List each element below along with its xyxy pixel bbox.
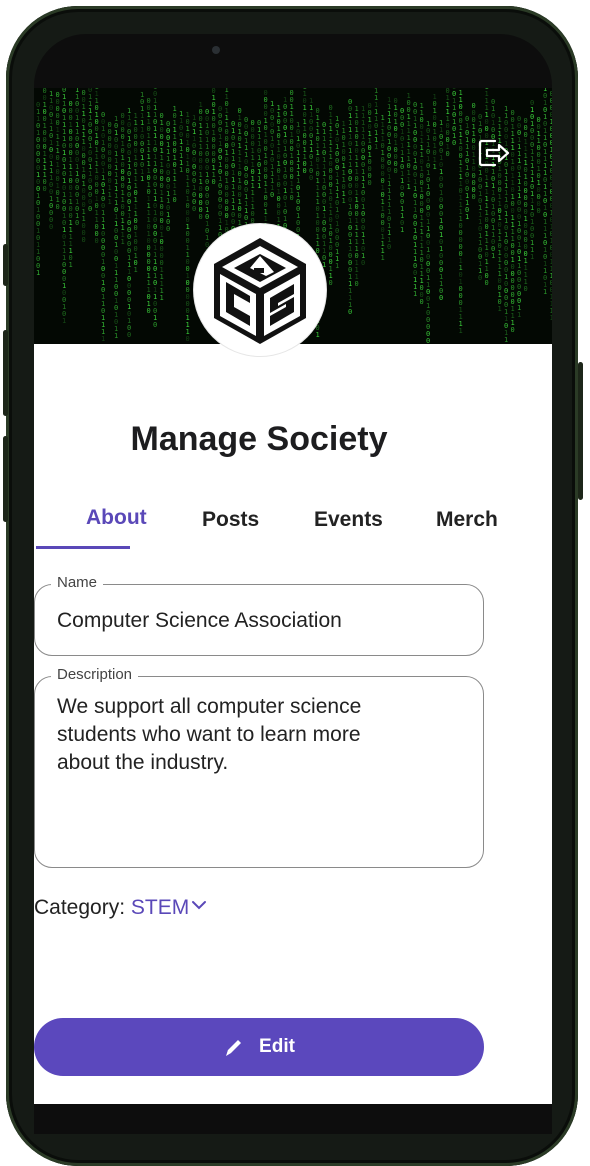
- svg-text:1: 1: [517, 311, 521, 319]
- svg-text:0: 0: [56, 203, 60, 211]
- svg-text:0: 0: [446, 150, 450, 158]
- svg-text:1: 1: [400, 226, 404, 234]
- description-line: students who want to learn more: [57, 723, 361, 746]
- svg-text:0: 0: [478, 274, 482, 282]
- svg-text:1: 1: [108, 198, 112, 206]
- svg-text:0: 0: [212, 178, 216, 186]
- edit-button[interactable]: Edit: [34, 1018, 484, 1076]
- svg-text:0: 0: [368, 179, 372, 187]
- svg-text:1: 1: [498, 305, 502, 313]
- description-field-label: Description: [51, 666, 139, 683]
- svg-text:1: 1: [381, 254, 385, 262]
- svg-text:1: 1: [342, 197, 346, 205]
- svg-text:0: 0: [192, 205, 196, 213]
- active-tab-indicator: [36, 546, 130, 549]
- svg-text:0: 0: [348, 308, 352, 316]
- svg-text:1: 1: [134, 266, 138, 274]
- svg-text:1: 1: [413, 290, 417, 298]
- category-row: Category: STEM: [34, 896, 207, 920]
- svg-text:0: 0: [199, 213, 203, 221]
- svg-text:0: 0: [472, 193, 476, 201]
- category-select[interactable]: STEM: [131, 896, 207, 919]
- svg-text:0: 0: [290, 194, 294, 202]
- svg-text:0: 0: [309, 174, 313, 182]
- category-value: STEM: [130, 896, 190, 919]
- svg-text:1: 1: [543, 288, 547, 296]
- svg-text:0: 0: [439, 294, 443, 302]
- society-avatar[interactable]: [194, 224, 326, 356]
- svg-text:0: 0: [82, 236, 86, 244]
- svg-text:1: 1: [407, 183, 411, 191]
- svg-text:0: 0: [537, 207, 541, 215]
- svg-text:0: 0: [186, 335, 190, 343]
- svg-text:0: 0: [329, 279, 333, 287]
- acs-logo: [214, 238, 306, 344]
- svg-text:0: 0: [452, 139, 456, 147]
- svg-text:1: 1: [335, 262, 339, 270]
- category-label: Category:: [34, 896, 126, 919]
- svg-text:1: 1: [459, 327, 463, 335]
- svg-text:0: 0: [173, 196, 177, 204]
- svg-text:0: 0: [147, 307, 151, 315]
- description-line: We support all computer science: [57, 695, 362, 718]
- svg-text:0: 0: [426, 337, 430, 344]
- side-button: [3, 330, 8, 416]
- svg-text:1: 1: [530, 253, 534, 261]
- svg-text:1: 1: [374, 143, 378, 151]
- description-field-value[interactable]: We support all computer science students…: [57, 693, 361, 777]
- camera: [212, 46, 220, 54]
- svg-text:1: 1: [101, 335, 105, 343]
- page-title: Manage Society: [130, 420, 388, 458]
- svg-text:1: 1: [160, 294, 164, 302]
- description-line: about the industry.: [57, 751, 229, 774]
- svg-text:0: 0: [420, 298, 424, 306]
- tab-posts[interactable]: Posts: [202, 508, 259, 532]
- svg-text:0: 0: [387, 243, 391, 251]
- svg-text:0: 0: [166, 225, 170, 233]
- svg-text:0: 0: [361, 259, 365, 267]
- svg-text:1: 1: [465, 213, 469, 221]
- svg-text:1: 1: [433, 163, 437, 171]
- pencil-icon: [226, 1040, 242, 1056]
- side-button: [578, 362, 583, 500]
- description-field[interactable]: Description We support all computer scie…: [34, 666, 484, 868]
- svg-text:0: 0: [355, 280, 359, 288]
- svg-text:0: 0: [303, 167, 307, 175]
- name-field-label: Name: [51, 574, 104, 591]
- name-field[interactable]: Name Computer Science Association: [34, 574, 484, 656]
- svg-text:1: 1: [114, 332, 118, 340]
- svg-text:1: 1: [62, 317, 66, 325]
- svg-text:0: 0: [394, 167, 398, 175]
- tab-bar: About Posts Events Merch: [0, 498, 518, 550]
- svg-text:1: 1: [140, 175, 144, 183]
- svg-text:1: 1: [36, 269, 40, 277]
- svg-text:0: 0: [524, 285, 528, 293]
- tab-about[interactable]: About: [86, 506, 147, 530]
- svg-text:0: 0: [127, 331, 131, 339]
- svg-text:1: 1: [257, 182, 261, 190]
- svg-text:1: 1: [504, 336, 508, 344]
- edit-button-label: Edit: [259, 1036, 295, 1057]
- svg-text:1: 1: [69, 261, 73, 269]
- svg-text:0: 0: [75, 219, 79, 227]
- side-button: [3, 244, 8, 286]
- svg-text:0: 0: [49, 223, 53, 231]
- name-field-value[interactable]: Computer Science Association: [57, 607, 342, 635]
- svg-text:0: 0: [153, 321, 157, 329]
- logout-icon: [478, 139, 510, 167]
- svg-text:1: 1: [550, 314, 553, 322]
- svg-text:0: 0: [511, 326, 515, 334]
- svg-text:1: 1: [121, 238, 125, 246]
- chevron-down-icon: [192, 901, 207, 910]
- svg-text:0: 0: [95, 237, 99, 245]
- svg-text:0: 0: [43, 185, 47, 193]
- logout-button[interactable]: [478, 138, 512, 168]
- svg-text:0: 0: [270, 191, 274, 199]
- tab-events[interactable]: Events: [314, 508, 383, 532]
- svg-text:0: 0: [485, 279, 489, 287]
- tab-merch[interactable]: Merch: [436, 508, 498, 532]
- svg-text:1: 1: [179, 166, 183, 174]
- svg-text:0: 0: [88, 205, 92, 213]
- svg-text:1: 1: [491, 252, 495, 260]
